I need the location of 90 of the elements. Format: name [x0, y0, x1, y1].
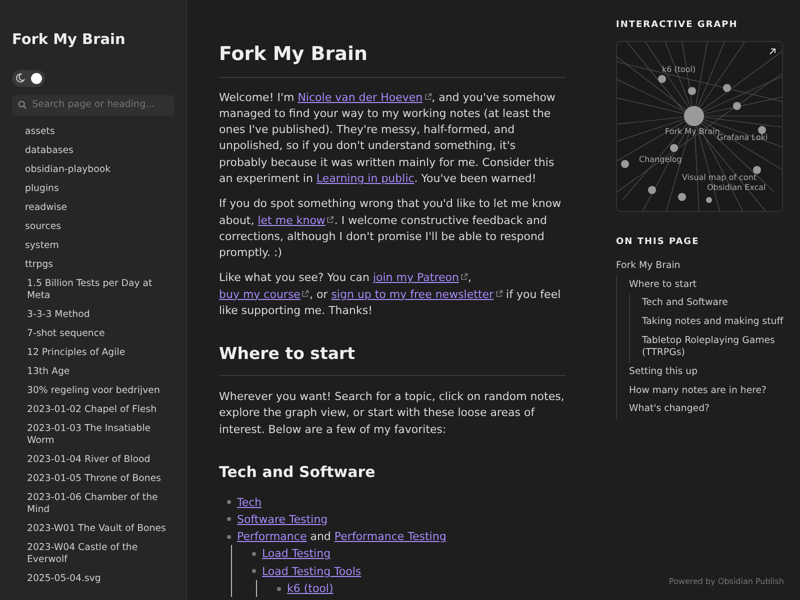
graph-node[interactable]	[621, 160, 629, 168]
graph-node[interactable]	[758, 126, 766, 134]
theme-toggle[interactable]	[12, 70, 45, 87]
external-link-icon	[460, 273, 468, 282]
file-item[interactable]: 2023-01-03 The Insatiable Worm	[12, 420, 174, 451]
outline-link[interactable]: Setting this up	[629, 362, 784, 382]
folder-item[interactable]: assets	[12, 122, 174, 142]
file-item[interactable]: 2023-W01 The Vault of Bones	[12, 520, 174, 539]
link[interactable]: Performance Testing	[334, 530, 446, 544]
graph-node[interactable]	[670, 144, 678, 152]
list-item-text: and	[309, 530, 332, 544]
file-item[interactable]: 1.5 Billion Tests per Day at Meta	[12, 274, 174, 306]
graph-node[interactable]	[678, 192, 686, 200]
node-label: Grafana Loki	[717, 132, 768, 142]
subsection-heading: Tech and Software	[219, 462, 376, 483]
node-label: Fork My Brain	[665, 126, 720, 136]
search-field[interactable]: Search page or heading...	[12, 94, 174, 116]
footer-text: Powered by Obsidian Publish	[668, 576, 784, 588]
link[interactable]: join my Patreon	[372, 271, 468, 284]
outline-link[interactable]: Taking notes and making stuff	[642, 313, 784, 332]
link[interactable]: Learning in public	[316, 172, 414, 185]
paragraph: Like what you see? You can join my Patreon , buy my course , or sign up to my free newsletter if you feel like supporting me. Thanks!	[219, 270, 562, 320]
external-link-icon	[424, 92, 432, 100]
file-item[interactable]: 13th Age	[12, 362, 174, 382]
graph-node[interactable]	[733, 102, 741, 110]
external-link-icon	[494, 290, 503, 298]
folder-item[interactable]: system	[12, 236, 174, 256]
bullet-icon	[277, 586, 281, 591]
link[interactable]: let me know	[258, 214, 334, 227]
folder-item[interactable]: databases	[12, 142, 174, 161]
link[interactable]: Load Testing	[262, 547, 331, 560]
outline-link[interactable]: How many notes are in here?	[629, 382, 784, 400]
file-item[interactable]: 2023-01-04 River of Blood	[12, 450, 174, 470]
graph-node[interactable]	[706, 196, 712, 202]
file-item[interactable]: 7-shot sequence	[12, 324, 174, 344]
folder-item[interactable]: plugins	[12, 180, 174, 199]
link[interactable]: Load Testing Tools	[262, 564, 362, 578]
file-item[interactable]: 2023-01-05 Throne of Bones	[12, 470, 174, 489]
external-link-icon	[326, 216, 334, 224]
folder-item[interactable]: sources	[12, 218, 174, 237]
link[interactable]: Tech	[237, 496, 262, 508]
site-title[interactable]: Fork My Brain	[12, 30, 174, 52]
bullet-icon	[227, 517, 231, 522]
file-item[interactable]: 2023-01-06 Chamber of the Mind	[12, 488, 174, 520]
expand-icon[interactable]	[770, 48, 776, 54]
paragraph: Wherever you want! Search for a topic, click on random notes, explore the graph view, or start with these loose areas of interest. Below are a few of my favorites:	[219, 389, 566, 438]
file-item[interactable]: 2023-01-02 Chapel of Flesh	[12, 400, 174, 420]
link[interactable]: sign up to my free newsletter	[331, 288, 503, 301]
link[interactable]: Software Testing	[237, 512, 328, 526]
moon-icon	[15, 73, 25, 84]
folder-item[interactable]: obsidian-playbook	[12, 160, 174, 180]
node-label: Obsidian Excal	[707, 182, 766, 192]
graph-node[interactable]	[723, 84, 731, 92]
link[interactable]: k6 (tool)	[287, 582, 334, 595]
graph-node[interactable]	[753, 166, 761, 174]
outline-link[interactable]: Tech and Software	[642, 294, 784, 314]
node-label: Changelog	[639, 154, 682, 164]
link[interactable]: buy my course	[219, 288, 310, 301]
folder-item[interactable]: readwise	[12, 198, 174, 218]
link[interactable]: Performance	[237, 530, 307, 544]
file-item[interactable]: 2023-W04 Castle of the Everwolf	[12, 538, 174, 570]
graph-node[interactable]	[688, 86, 696, 94]
graph-node[interactable]	[658, 74, 666, 82]
file-item[interactable]: 3-3-3 Method	[12, 306, 174, 325]
outline-link[interactable]: What's changed?	[629, 400, 784, 419]
file-item[interactable]: 30% regeling voor bedrijven	[12, 382, 174, 401]
graph-view[interactable]: k6 (tool) Fork My Brain Grafana Loki Changelog Visual map of cont Obsidian Excal	[616, 40, 783, 212]
file-item[interactable]: 2025-05-04.svg	[12, 570, 174, 589]
section-caption: ON THIS PAGE	[616, 236, 700, 248]
section-heading: Where to start	[219, 328, 566, 376]
link[interactable]: Nicole van der Hoeven	[298, 90, 432, 104]
section-caption: INTERACTIVE GRAPH	[616, 19, 739, 32]
node-label: k6 (tool)	[662, 64, 696, 74]
folder-item[interactable]: ttrpgs	[12, 256, 174, 275]
page-title: Fork My Brain	[219, 40, 566, 78]
outline-link[interactable]: Fork My Brain	[616, 257, 784, 276]
node-label: Visual map of cont	[682, 172, 756, 182]
graph-node[interactable]	[684, 106, 704, 126]
bullet-icon	[252, 569, 256, 574]
bullet-icon	[227, 500, 231, 504]
graph-node[interactable]	[648, 186, 656, 194]
outline-link[interactable]: Tabletop Roleplaying Games (TTRPGs)	[642, 332, 784, 363]
file-item[interactable]: 12 Principles of Agile	[12, 344, 174, 363]
paragraph: Welcome! I'm Nicole van der Hoeven , and you've somehow managed to find your way to my working notes (at least the ones I've published). They're messy, half-formed, and unpolished, so if you don't understand something, it's probably because it was written mainly for me. Consider this an experiment in Learning in public. You've been warned!	[219, 90, 556, 187]
bullet-icon	[252, 552, 256, 556]
search-icon	[18, 100, 28, 110]
outline-link[interactable]: Where to start	[629, 276, 784, 294]
bullet-icon	[227, 534, 231, 539]
paragraph: If you do spot something wrong that you'd like to let me know about, let me know . I welcome constructive feedback and corrections, although I don't promise I'll be able to respond promptly. :)	[219, 196, 562, 262]
external-link-icon	[301, 290, 310, 298]
